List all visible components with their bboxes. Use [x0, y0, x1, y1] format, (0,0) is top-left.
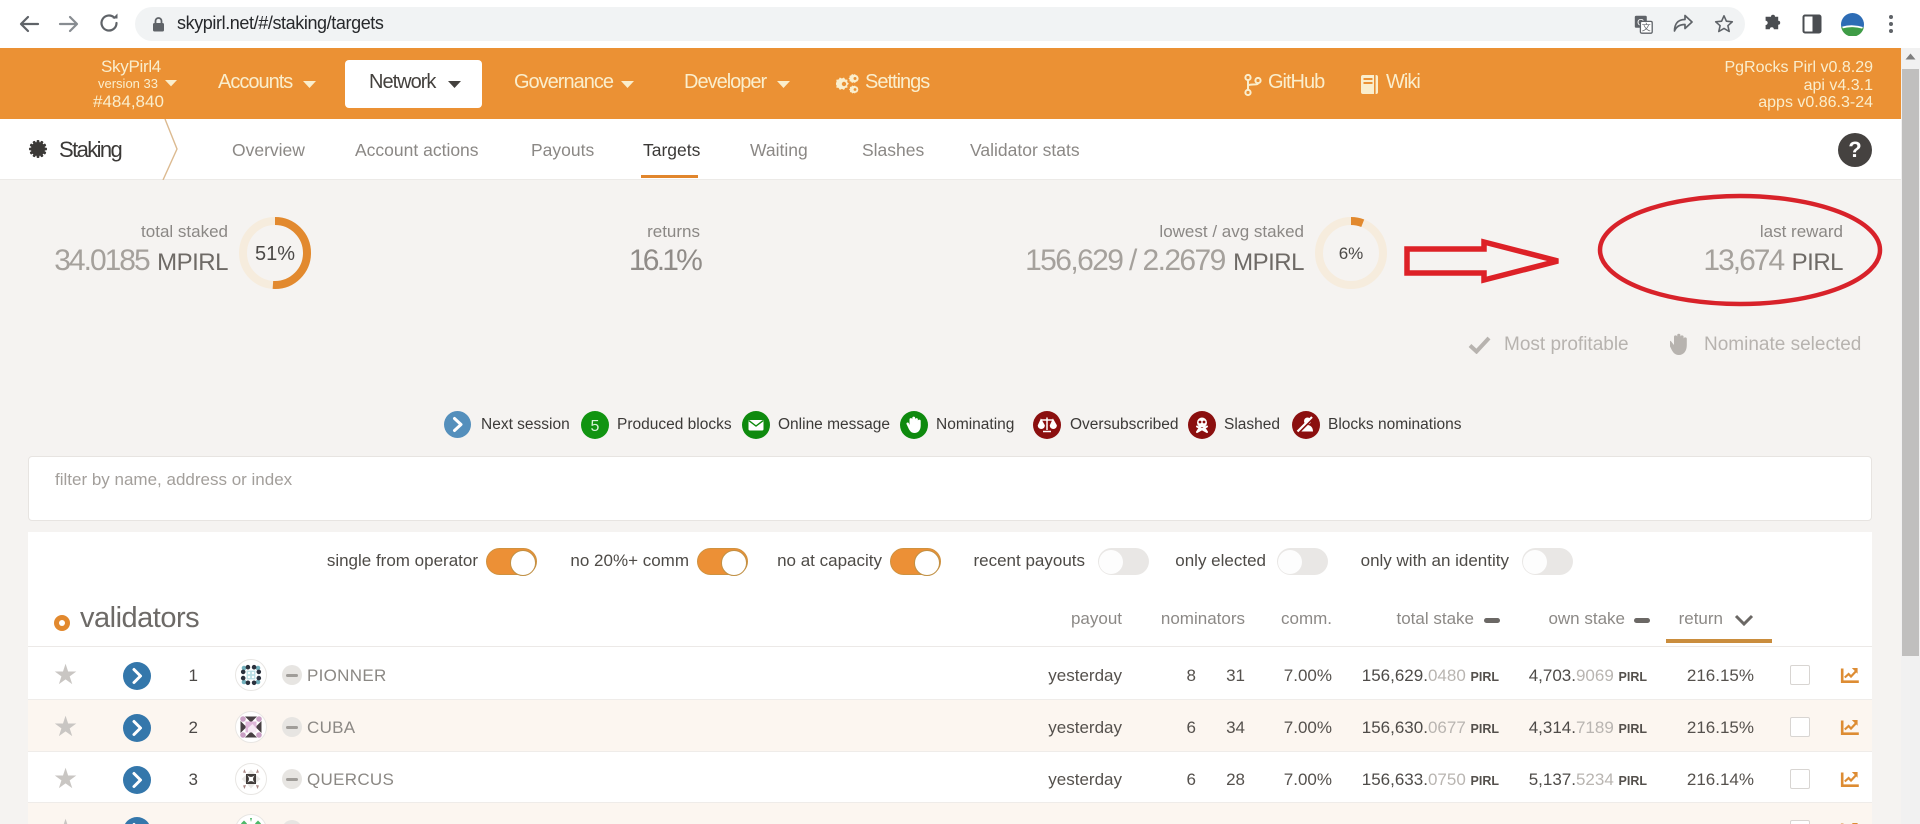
svg-text:51%: 51% — [255, 243, 295, 265]
svg-text:5: 5 — [591, 418, 600, 435]
svg-text:文: 文 — [1642, 22, 1651, 33]
svg-text:6%: 6% — [1339, 244, 1364, 263]
